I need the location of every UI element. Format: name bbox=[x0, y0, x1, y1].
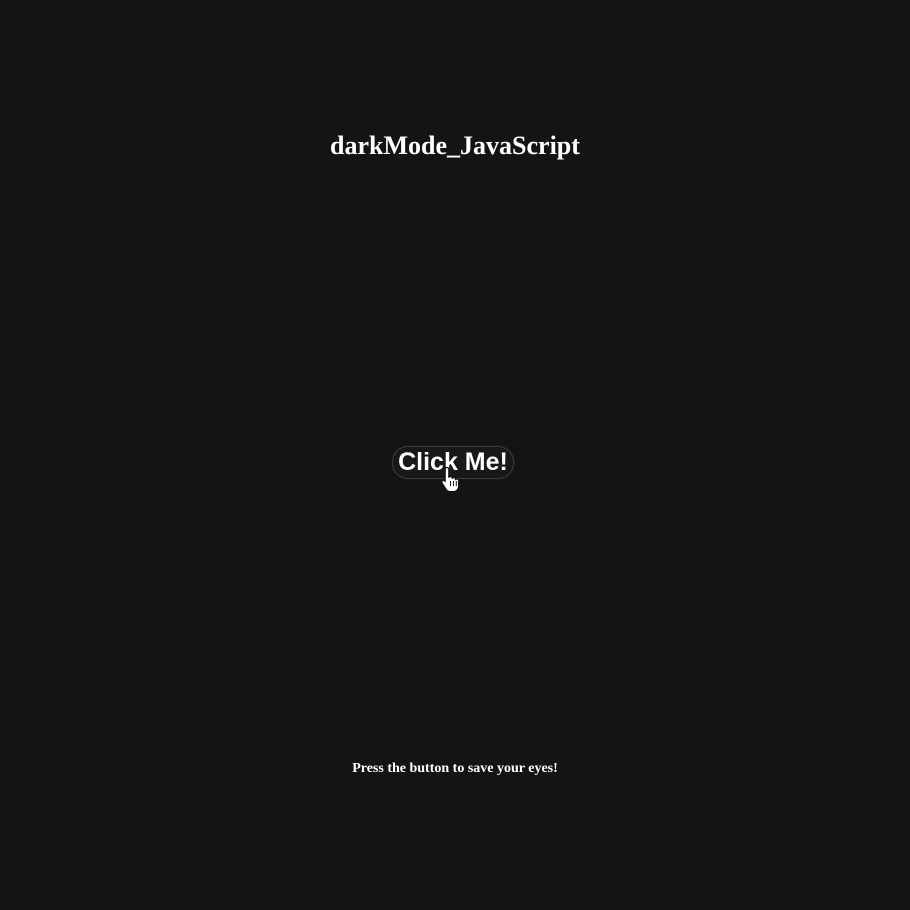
footer-instruction-text: Press the button to save your eyes! bbox=[352, 761, 558, 776]
dark-mode-toggle-button[interactable]: Click Me! bbox=[392, 446, 514, 479]
page-title: darkMode_JavaScript bbox=[330, 131, 580, 160]
dark-mode-page: darkMode_JavaScript Click Me! Press the … bbox=[0, 0, 910, 910]
